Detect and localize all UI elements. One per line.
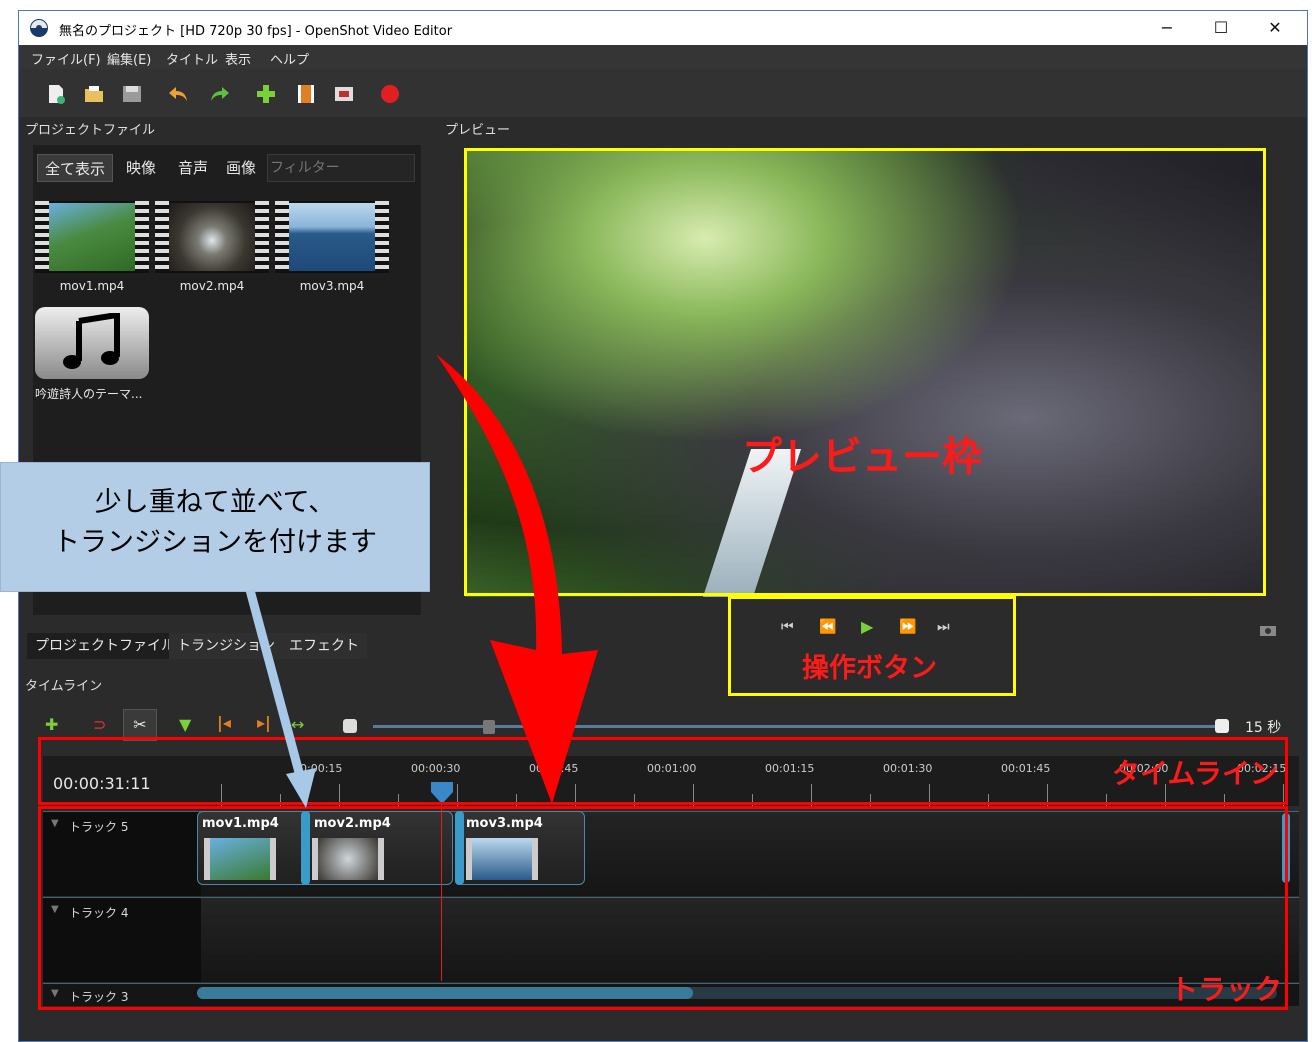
menu-title[interactable]: タイトル xyxy=(166,49,218,68)
controls-annotation: 操作ボタン xyxy=(802,653,937,684)
timeline-annotation: タイムライン xyxy=(1112,757,1279,790)
file-thumbnail-mov3[interactable] xyxy=(275,201,389,273)
track-annotation: トラック xyxy=(1170,973,1283,1006)
file-thumbnail-audio[interactable] xyxy=(35,307,149,379)
tab-project-files[interactable]: プロジェクトファイル xyxy=(27,633,183,659)
zoom-in-icon[interactable] xyxy=(1215,719,1229,733)
previous-marker-icon[interactable]: |◂ xyxy=(217,713,231,732)
fullscreen-icon[interactable] xyxy=(333,83,355,105)
music-note-icon xyxy=(63,313,120,369)
openshot-logo-icon xyxy=(30,19,48,37)
preview-dock-title: プレビュー xyxy=(445,123,511,138)
mov1-preview-image xyxy=(49,203,135,271)
file-thumbnail-mov2[interactable] xyxy=(155,201,269,273)
timeline-dock-title: タイムライン xyxy=(25,679,103,694)
callout-line-1: 少し重ねて並べて、 xyxy=(94,487,336,518)
timeline-highlight-box xyxy=(38,737,1288,805)
menu-bar: ファイル(F) 編集(E) タイトル 表示 ヘルプ xyxy=(19,45,1307,69)
filter-audio-button[interactable]: 音声 xyxy=(171,154,215,182)
transition-callout: 少し重ねて並べて、 トランジションを付けます xyxy=(0,462,430,592)
maximize-button[interactable]: ☐ xyxy=(1199,15,1243,41)
file-label-mov1: mov1.mp4 xyxy=(59,279,125,293)
filter-input[interactable] xyxy=(267,154,415,182)
filter-image-button[interactable]: 画像 xyxy=(219,154,263,182)
window-title: 無名のプロジェクト [HD 720p 30 fps] - OpenShot Vi… xyxy=(59,24,453,39)
callout-pointer-icon xyxy=(245,588,316,808)
zoom-out-icon[interactable] xyxy=(343,719,357,733)
open-project-icon[interactable] xyxy=(83,83,105,105)
callout-line-2: トランジションを付けます xyxy=(53,527,377,558)
title-bar: 無名のプロジェクト [HD 720p 30 fps] - OpenShot Vi… xyxy=(19,11,1307,45)
mov2-preview-image xyxy=(169,203,255,271)
file-label-mov3: mov3.mp4 xyxy=(299,279,365,293)
menu-edit[interactable]: 編集(E) xyxy=(107,49,151,68)
undo-icon[interactable] xyxy=(167,83,189,105)
menu-view[interactable]: 表示 xyxy=(225,49,251,68)
close-button[interactable]: ✕ xyxy=(1253,15,1297,41)
redo-icon[interactable] xyxy=(209,83,231,105)
menu-help[interactable]: ヘルプ xyxy=(270,49,309,68)
camera-icon[interactable] xyxy=(1259,623,1277,637)
film-strip xyxy=(275,201,289,273)
file-label-audio: 吟遊詩人のテーマ... xyxy=(35,387,143,401)
project-files-dock-title: プロジェクトファイル xyxy=(25,123,156,138)
main-toolbar xyxy=(19,69,1307,117)
film-strip xyxy=(375,201,389,273)
menu-file[interactable]: ファイル(F) xyxy=(31,49,101,68)
minimize-button[interactable]: − xyxy=(1145,15,1189,41)
import-files-icon[interactable] xyxy=(255,83,277,105)
film-strip xyxy=(255,201,269,273)
track-highlight-box xyxy=(38,806,1288,1010)
zoom-level-label: 15 秒 xyxy=(1245,720,1282,736)
choose-profile-icon[interactable] xyxy=(295,83,317,105)
save-project-icon[interactable] xyxy=(121,83,143,105)
add-marker-icon[interactable]: ▼ xyxy=(179,715,191,734)
new-project-icon[interactable] xyxy=(45,83,67,105)
export-video-icon[interactable] xyxy=(379,83,401,105)
file-label-mov2: mov2.mp4 xyxy=(179,279,245,293)
filter-video-button[interactable]: 映像 xyxy=(119,154,163,182)
mov3-preview-image xyxy=(289,203,375,271)
red-arrow-icon xyxy=(436,354,598,804)
snapping-icon[interactable]: ⊃ xyxy=(93,715,106,734)
film-strip xyxy=(155,201,169,273)
file-thumbnail-mov1[interactable] xyxy=(35,201,149,273)
film-strip xyxy=(35,201,49,273)
film-strip xyxy=(135,201,149,273)
filter-show-all-button[interactable]: 全て表示 xyxy=(37,154,113,182)
preview-frame-annotation: プレビュー枠 xyxy=(742,434,982,480)
add-track-icon[interactable]: ✚ xyxy=(45,715,58,734)
